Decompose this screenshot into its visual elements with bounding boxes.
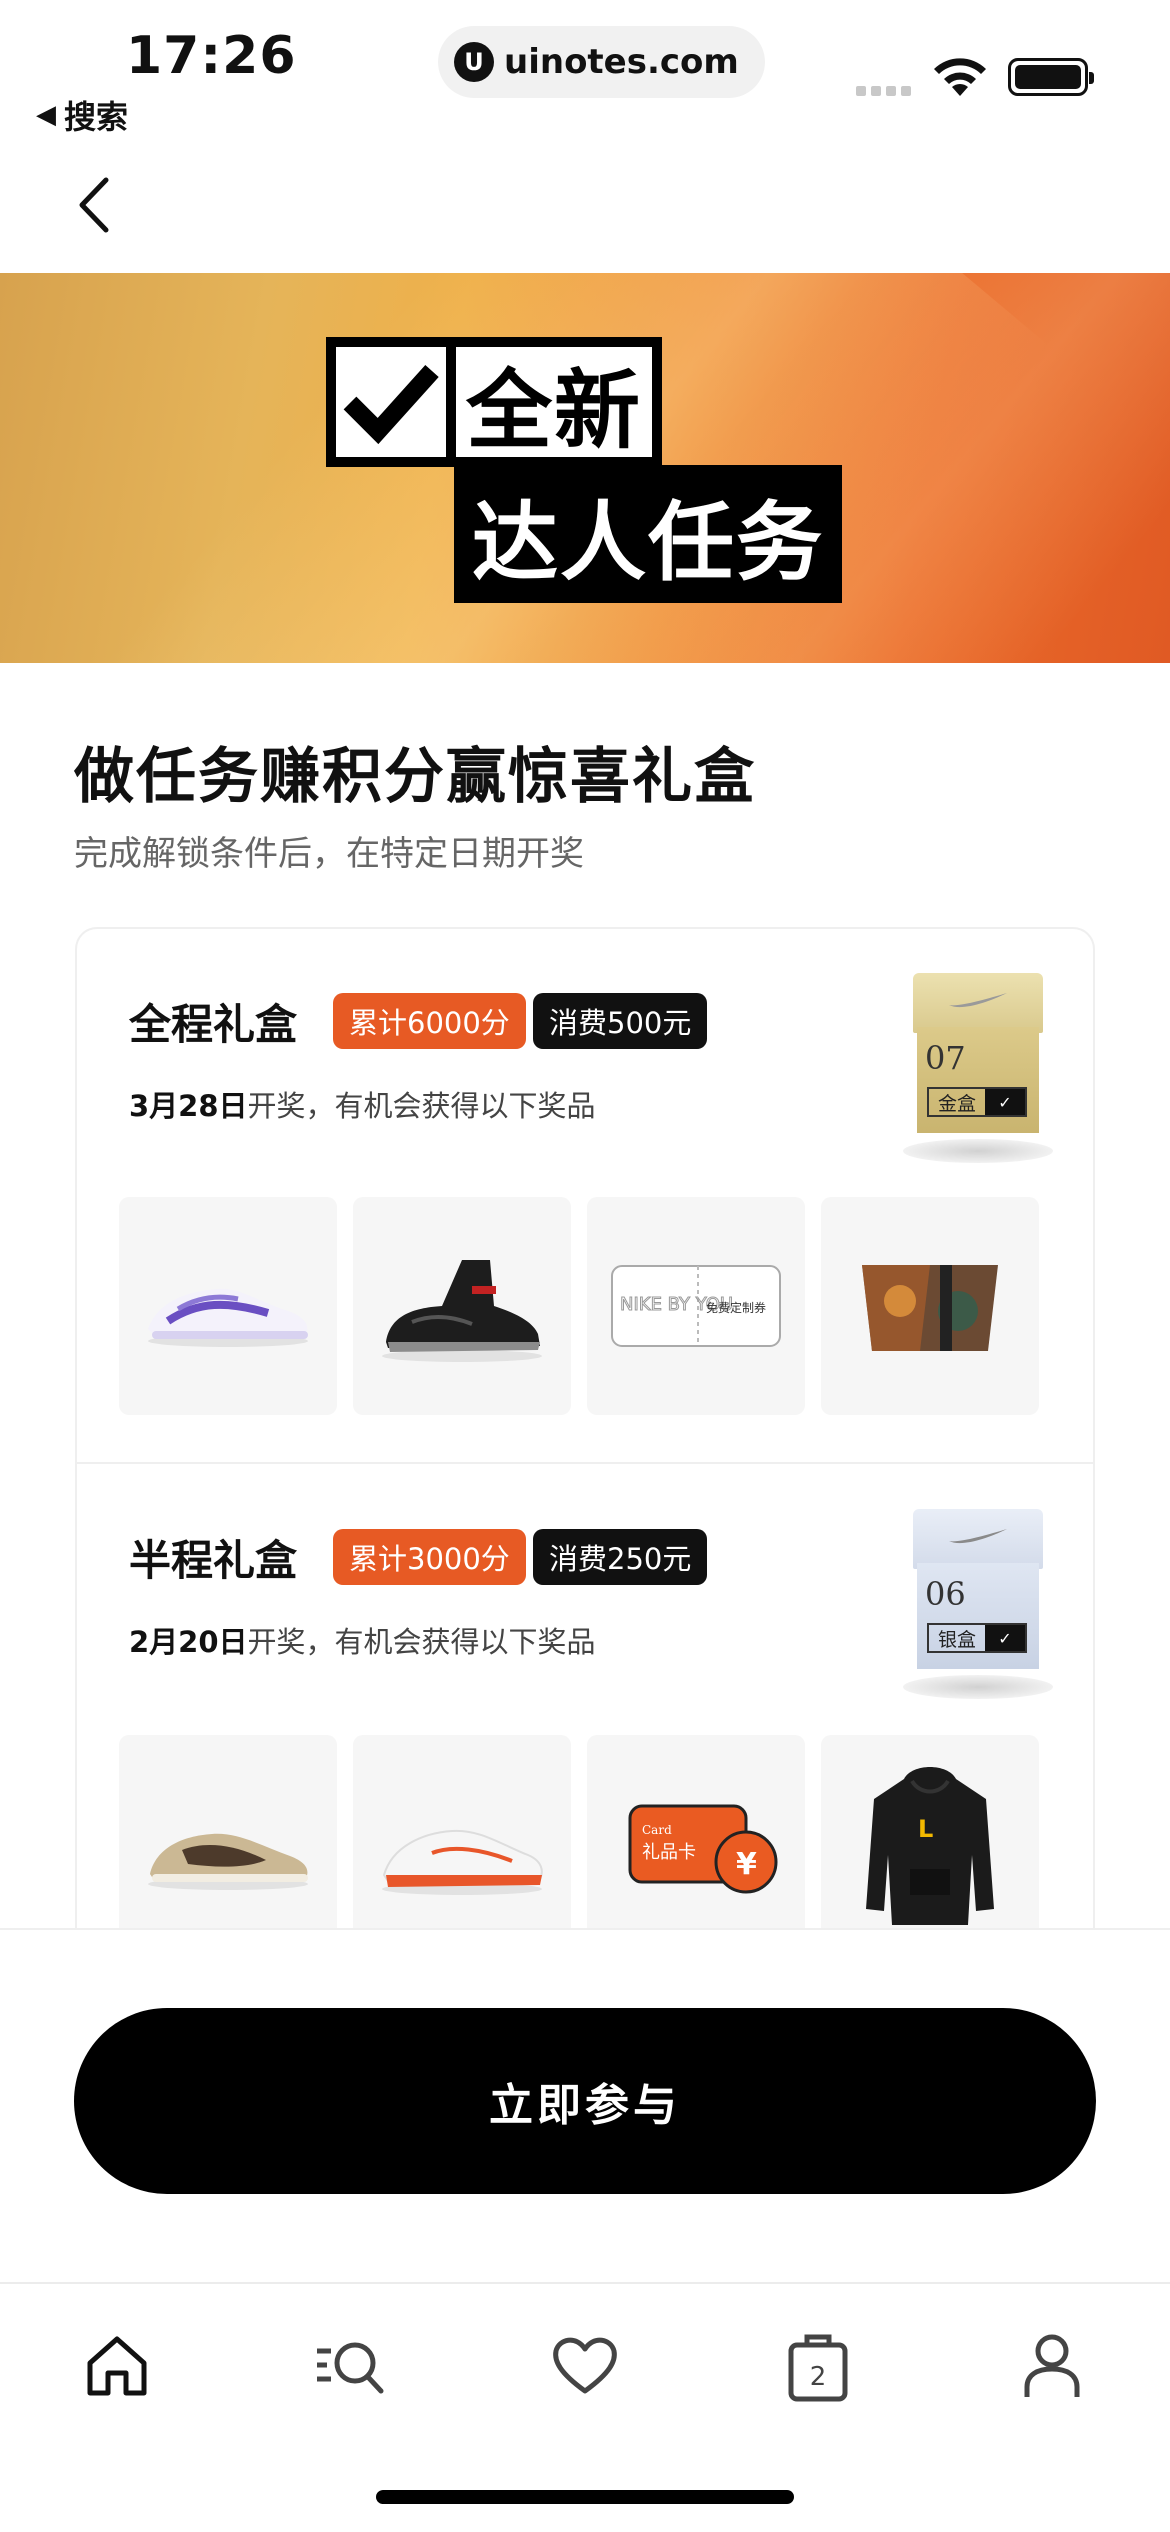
points-tag: 累计3000分 (333, 1529, 526, 1585)
status-time: 17:26 (126, 26, 297, 86)
svg-text:L: L (918, 1815, 933, 1843)
swoosh-logo-icon (949, 1529, 1007, 1544)
gift-box-section-half: 半程礼盒 累计3000分 消费250元 2月20日开奖，有机会获得以下奖品 06… (77, 1465, 1093, 1929)
draw-description: 开奖，有机会获得以下奖品 (247, 1625, 596, 1659)
swoosh-logo-icon (949, 993, 1007, 1008)
draw-date: 2月20日 (129, 1625, 248, 1659)
box-number: 07 (925, 1039, 966, 1077)
heart-icon (553, 2337, 617, 2394)
promo-banner: 全新 达人任务 (0, 273, 1170, 663)
box-label: 金盒 (937, 1092, 976, 1115)
box-number: 06 (925, 1575, 966, 1613)
back-chevron-icon[interactable] (70, 172, 120, 238)
tab-home[interactable] (77, 2326, 157, 2406)
product-gift-card[interactable]: Card 礼品卡 ¥ (587, 1735, 805, 1929)
site-logo-icon: U (454, 42, 494, 82)
banner-title-line1: 全新 (466, 360, 642, 461)
box-title: 半程礼盒 (129, 1536, 298, 1585)
product-black-red-sneaker[interactable] (353, 1197, 571, 1415)
draw-date-text: 3月28日开奖，有机会获得以下奖品 (129, 1083, 596, 1125)
back-to-search[interactable]: ◀ 搜索 (36, 92, 128, 138)
url-text: uinotes.com (504, 42, 739, 82)
banner-title-line2: 达人任务 (472, 492, 824, 593)
tab-profile[interactable] (1012, 2326, 1092, 2406)
page-subheading: 完成解锁条件后，在特定日期开奖 (74, 834, 584, 874)
bag-count: 2 (810, 2362, 827, 2392)
box-label: 银盒 (937, 1628, 976, 1651)
swoosh-icon: ✓ (985, 1625, 1025, 1651)
profile-icon (1024, 2334, 1080, 2397)
status-bar: 17:26 ◀ 搜索 U uinotes.com (0, 0, 1170, 140)
join-now-button[interactable]: 立即参与 (74, 2008, 1096, 2194)
gift-box-card: 全程礼盒 累计6000分 消费500元 3月28日开奖，有机会获得以下奖品 07… (75, 927, 1095, 1929)
points-tag: 累计6000分 (333, 993, 526, 1049)
box-title: 全程礼盒 (129, 1000, 298, 1049)
bag-icon: 2 (788, 2334, 848, 2402)
voucher-image: NIKE BY YOU 免费定制券 (611, 1265, 781, 1347)
product-black-hoodie[interactable]: L (821, 1735, 1039, 1929)
draw-description: 开奖，有机会获得以下奖品 (247, 1089, 596, 1123)
spend-tag: 消费250元 (533, 1529, 708, 1585)
silver-gift-box-image: 06 银盒 ✓ (903, 1509, 1053, 1699)
product-nike-by-you-voucher[interactable]: NIKE BY YOU 免费定制券 (587, 1197, 805, 1415)
product-beige-brown-sneaker[interactable] (119, 1735, 337, 1929)
spend-tag: 消费500元 (533, 993, 708, 1049)
wifi-icon (934, 58, 986, 96)
gift-card-image: Card 礼品卡 ¥ (628, 1804, 778, 1894)
back-to-search-label: 搜索 (64, 98, 129, 136)
yuan-icon: ¥ (736, 1847, 757, 1882)
draw-date: 3月28日 (129, 1089, 248, 1123)
home-icon (87, 2336, 147, 2396)
gift-card-label-en: Card (642, 1823, 672, 1837)
sneaker-image (382, 1829, 543, 1895)
product-list: NIKE BY YOU 免费定制券 (119, 1197, 1039, 1415)
tote-bag-image (862, 1265, 998, 1351)
page-heading: 做任务赚积分赢惊喜礼盒 (74, 742, 756, 812)
product-list: Card 礼品卡 ¥ L (119, 1735, 1039, 1929)
tab-search[interactable] (310, 2326, 390, 2406)
gift-card-label-zh: 礼品卡 (642, 1842, 696, 1863)
divider (0, 1928, 1170, 1930)
tab-bag[interactable]: 2 (778, 2326, 858, 2406)
tab-favorites[interactable] (545, 2326, 625, 2406)
sneaker-image (148, 1288, 308, 1347)
cellular-signal-icon (856, 86, 911, 96)
product-white-orange-sneaker[interactable] (353, 1735, 571, 1929)
sneaker-image (382, 1260, 542, 1362)
battery-icon (1008, 58, 1094, 96)
gift-box-section-full: 全程礼盒 累计6000分 消费500元 3月28日开奖，有机会获得以下奖品 07… (77, 929, 1093, 1464)
voucher-title-text: 免费定制券 (706, 1300, 766, 1315)
home-indicator (376, 2490, 794, 2504)
back-triangle-icon: ◀ (36, 100, 56, 130)
draw-date-text: 2月20日开奖，有机会获得以下奖品 (129, 1619, 596, 1661)
swoosh-icon: ✓ (985, 1089, 1025, 1115)
hoodie-image: L (866, 1767, 994, 1925)
product-purple-white-sneaker[interactable] (119, 1197, 337, 1415)
search-list-icon (317, 2342, 384, 2394)
gold-gift-box-image: 07 金盒 ✓ (903, 973, 1053, 1163)
sneaker-image (148, 1833, 308, 1890)
url-pill[interactable]: U uinotes.com (438, 26, 765, 98)
product-printed-tote-bag[interactable] (821, 1197, 1039, 1415)
checkmark-icon (326, 337, 456, 467)
